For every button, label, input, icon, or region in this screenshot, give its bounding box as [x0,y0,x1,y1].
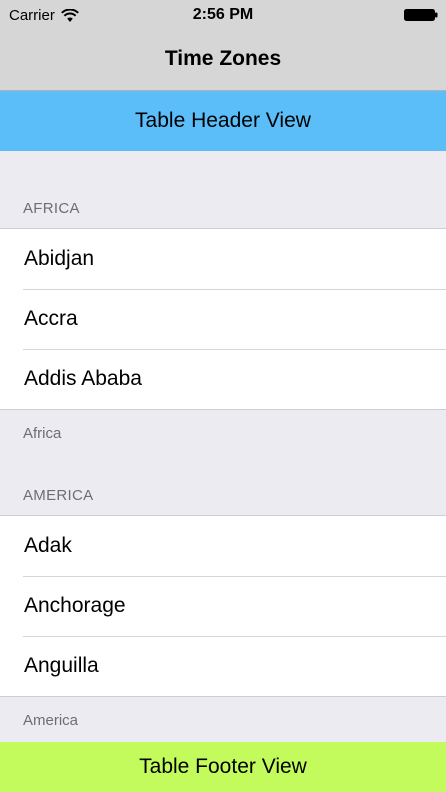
section-header-america: AMERICA [23,487,94,504]
section-rows-america: Adak Anchorage Anguilla [0,515,446,697]
section-header-africa: AFRICA [23,200,80,217]
table-footer-view: Table Footer View [0,742,446,792]
table-header-view: Table Header View [0,91,446,151]
top-bar: Carrier 2:56 PM Time Zones [0,0,446,91]
list-item[interactable]: Abidjan [0,229,446,289]
list-item[interactable]: Accra [0,289,446,349]
list-item[interactable]: Adak [0,516,446,576]
list-item[interactable]: Anchorage [0,576,446,636]
list-item[interactable]: Anguilla [0,636,446,696]
section-footer-america: America [23,712,79,729]
battery-icon [404,9,438,21]
section-footer-africa: Africa [23,425,62,442]
status-bar: Carrier 2:56 PM [0,0,446,32]
screen: Carrier 2:56 PM Time Zones Table Header … [0,0,446,792]
status-time: 2:56 PM [192,6,254,23]
list-item[interactable]: Addis Ababa [0,349,446,409]
section-rows-africa: Abidjan Accra Addis Ababa [0,228,446,410]
nav-title: Time Zones [164,47,282,70]
